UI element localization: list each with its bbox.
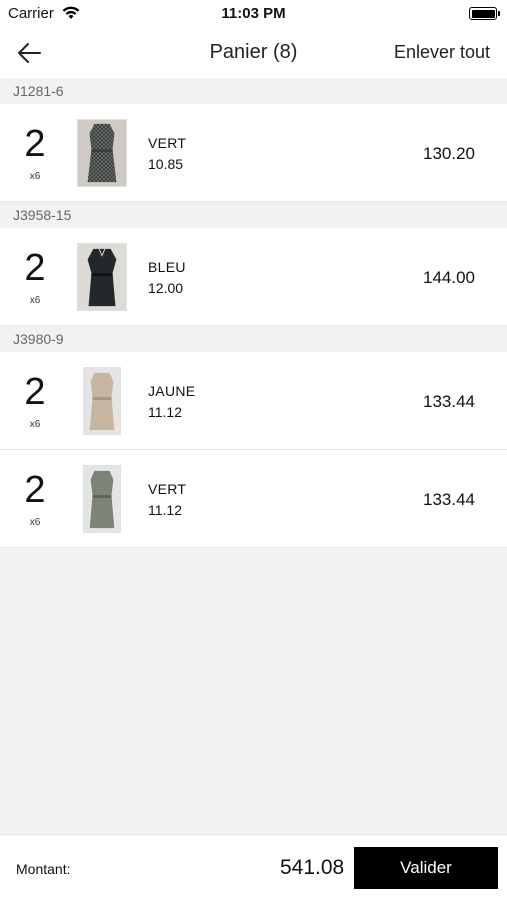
item-total: 130.20 — [423, 144, 475, 163]
item-color: JAUNE — [148, 383, 196, 399]
nav-bar: Panier (8) Enlever tout — [0, 28, 507, 78]
item-unit-price: 12.00 — [148, 280, 184, 296]
group-header: J3980-9 — [0, 326, 507, 352]
item-unit-price: 11.12 — [148, 502, 182, 518]
cart-item[interactable]: 2 x6 VERT 10.85 130.20 — [0, 104, 507, 202]
cart-item[interactable]: 2 x6 VERT 11.12 133.44 — [0, 450, 507, 548]
group-header: J1281-6 — [0, 78, 507, 104]
item-color: VERT — [148, 481, 187, 497]
dress-thumbnail — [83, 367, 121, 435]
item-color: VERT — [148, 135, 187, 151]
item-multiplier: x6 — [29, 517, 41, 528]
status-time: 11:03 PM — [221, 5, 286, 22]
item-multiplier: x6 — [29, 295, 41, 306]
item-total: 133.44 — [423, 392, 475, 411]
item-quantity: 2 — [24, 469, 46, 511]
item-quantity: 2 — [24, 247, 46, 289]
dress-thumbnail — [83, 465, 121, 533]
item-unit-price: 10.85 — [148, 156, 184, 172]
item-multiplier: x6 — [29, 419, 41, 430]
item-multiplier: x6 — [29, 171, 41, 182]
cart-item[interactable]: 2 x6 JAUNE 11.12 133.44 — [0, 352, 507, 450]
battery-icon — [469, 7, 500, 20]
item-color: BLEU — [148, 259, 186, 275]
battery-nub — [498, 11, 500, 16]
group-header: J3958-15 — [0, 202, 507, 228]
clear-all-button[interactable]: Enlever tout — [394, 42, 490, 63]
item-quantity: 2 — [24, 371, 46, 413]
checkout-footer: Montant: 541.08 Valider — [0, 834, 507, 900]
amount-label: Montant: — [16, 861, 71, 877]
item-unit-price: 11.12 — [148, 404, 182, 420]
item-total: 133.44 — [423, 490, 475, 509]
cart-list: J1281-6 2 x6 VERT 10.85 130.20 J3958-15 … — [0, 78, 507, 548]
battery-fill — [471, 9, 495, 18]
status-bar: Carrier 11:03 PM — [0, 0, 507, 28]
dress-thumbnail — [77, 119, 127, 187]
item-quantity: 2 — [24, 123, 46, 165]
amount-value: 541.08 — [280, 856, 345, 879]
item-total: 144.00 — [423, 268, 475, 287]
validate-button[interactable]: Valider — [354, 847, 498, 889]
dress-thumbnail — [77, 243, 127, 311]
cart-item[interactable]: 2 x6 BLEU 12.00 144.00 — [0, 228, 507, 326]
